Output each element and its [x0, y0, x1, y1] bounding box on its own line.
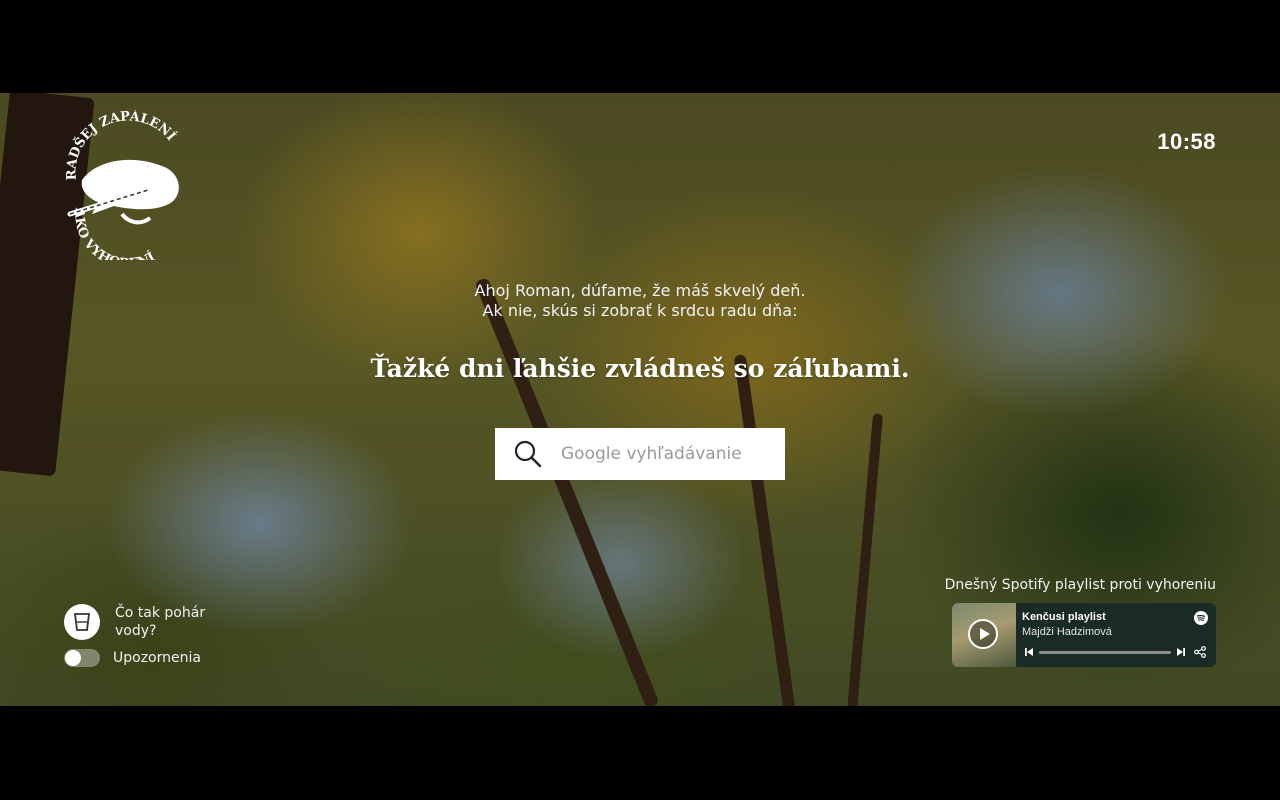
- search-input[interactable]: [559, 443, 773, 465]
- daily-tip: Ťažké dni ľahšie zvládneš so záľubami.: [370, 354, 910, 383]
- greeting-line-2: Ak nie, skús si zobrať k srdcu radu dňa:: [482, 301, 798, 320]
- search-box[interactable]: [495, 428, 785, 480]
- share-icon[interactable]: [1194, 646, 1206, 658]
- water-reminder[interactable]: Čo tak pohár vody?: [64, 604, 225, 640]
- letterbox-top: [0, 0, 1280, 93]
- next-track-icon[interactable]: [1176, 647, 1186, 657]
- progress-bar[interactable]: [1039, 651, 1171, 654]
- spotify-player[interactable]: Kenčusi playlist Majdži Hadzimová: [952, 603, 1216, 667]
- letterbox-bottom: [0, 706, 1280, 800]
- notifications-toggle[interactable]: [64, 649, 100, 667]
- svg-text:AKO VYHORENÍ: AKO VYHORENÍ: [71, 207, 157, 260]
- clock: 10:58: [1157, 129, 1216, 154]
- greeting: Ahoj Roman, dúfame, že máš skvelý deň. A…: [340, 281, 940, 321]
- spotify-heading: Dnešný Spotify playlist proti vyhoreniu: [944, 577, 1216, 593]
- playlist-author[interactable]: Majdži Hadzimová: [1022, 626, 1112, 638]
- search-icon[interactable]: [513, 439, 543, 469]
- notifications-toggle-row[interactable]: Upozornenia: [64, 649, 201, 667]
- water-reminder-button[interactable]: [64, 604, 100, 640]
- logo-emblem: RADŠEJ ZAPÁLENÍ AKO VYHORENÍ: [64, 108, 179, 271]
- toggle-knob: [65, 650, 81, 666]
- playlist-name[interactable]: Kenčusi playlist: [1022, 611, 1106, 623]
- greeting-line-1: Ahoj Roman, dúfame, že máš skvelý deň.: [474, 281, 806, 300]
- spotify-icon[interactable]: [1194, 611, 1208, 625]
- glass-icon: [73, 613, 91, 631]
- logo: RADŠEJ ZAPÁLENÍ AKO VYHORENÍ: [62, 108, 190, 271]
- water-reminder-text: Čo tak pohár vody?: [115, 605, 206, 639]
- play-button[interactable]: [968, 619, 998, 649]
- notifications-label: Upozornenia: [113, 650, 201, 666]
- previous-track-icon[interactable]: [1024, 647, 1034, 657]
